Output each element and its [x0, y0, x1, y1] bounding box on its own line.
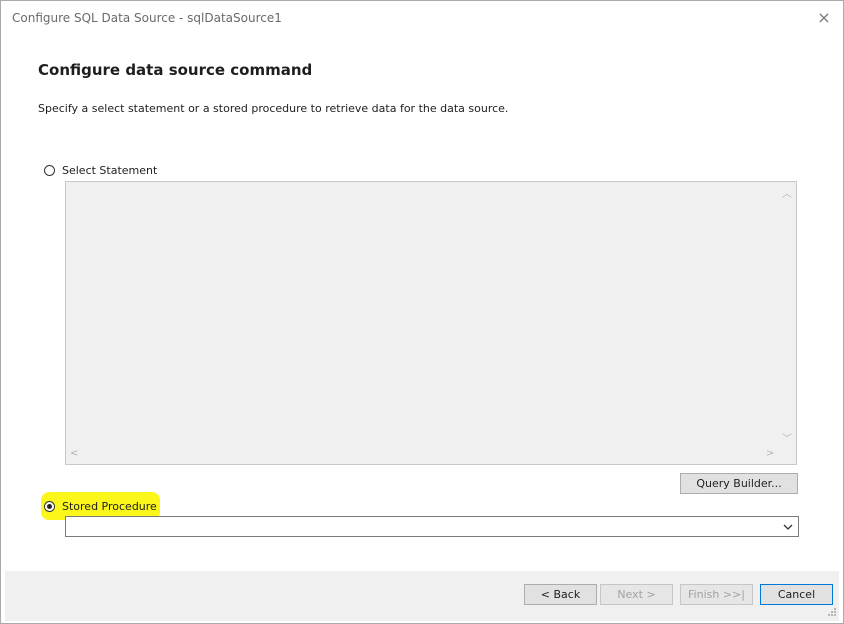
dialog-window: Configure SQL Data Source - sqlDataSourc…: [0, 0, 844, 624]
select-statement-textarea[interactable]: ︿ ﹀ < >: [65, 181, 797, 465]
page-heading: Configure data source command: [38, 61, 313, 79]
finish-button[interactable]: Finish >>|: [680, 584, 753, 605]
scroll-down-icon[interactable]: ﹀: [782, 430, 792, 445]
next-button[interactable]: Next >: [600, 584, 673, 605]
cancel-button[interactable]: Cancel: [760, 584, 833, 605]
horizontal-scrollbar[interactable]: < >: [66, 446, 779, 464]
title-bar: Configure SQL Data Source - sqlDataSourc…: [1, 1, 843, 37]
page-description: Specify a select statement or a stored p…: [38, 102, 509, 115]
stored-procedure-radio[interactable]: [44, 500, 55, 512]
scroll-left-icon[interactable]: <: [70, 448, 78, 459]
resize-grip-icon[interactable]: [827, 607, 837, 617]
footer-bar: < Back Next > Finish >>| Cancel: [5, 571, 839, 621]
window-title: Configure SQL Data Source - sqlDataSourc…: [12, 11, 282, 25]
scroll-right-icon[interactable]: >: [766, 448, 774, 459]
select-statement-radio[interactable]: [44, 164, 55, 176]
stored-procedure-label[interactable]: Stored Procedure: [62, 500, 157, 513]
chevron-down-icon[interactable]: [782, 518, 794, 535]
query-builder-button[interactable]: Query Builder...: [680, 473, 798, 494]
select-statement-label[interactable]: Select Statement: [62, 164, 157, 177]
vertical-scrollbar[interactable]: ︿ ﹀: [778, 182, 796, 446]
stored-procedure-combobox[interactable]: [65, 516, 799, 537]
scroll-up-icon[interactable]: ︿: [782, 185, 792, 200]
stored-procedure-option[interactable]: Stored Procedure: [44, 498, 157, 514]
back-button[interactable]: < Back: [524, 584, 597, 605]
select-statement-option[interactable]: Select Statement: [44, 162, 157, 178]
close-icon[interactable]: ×: [813, 7, 835, 29]
